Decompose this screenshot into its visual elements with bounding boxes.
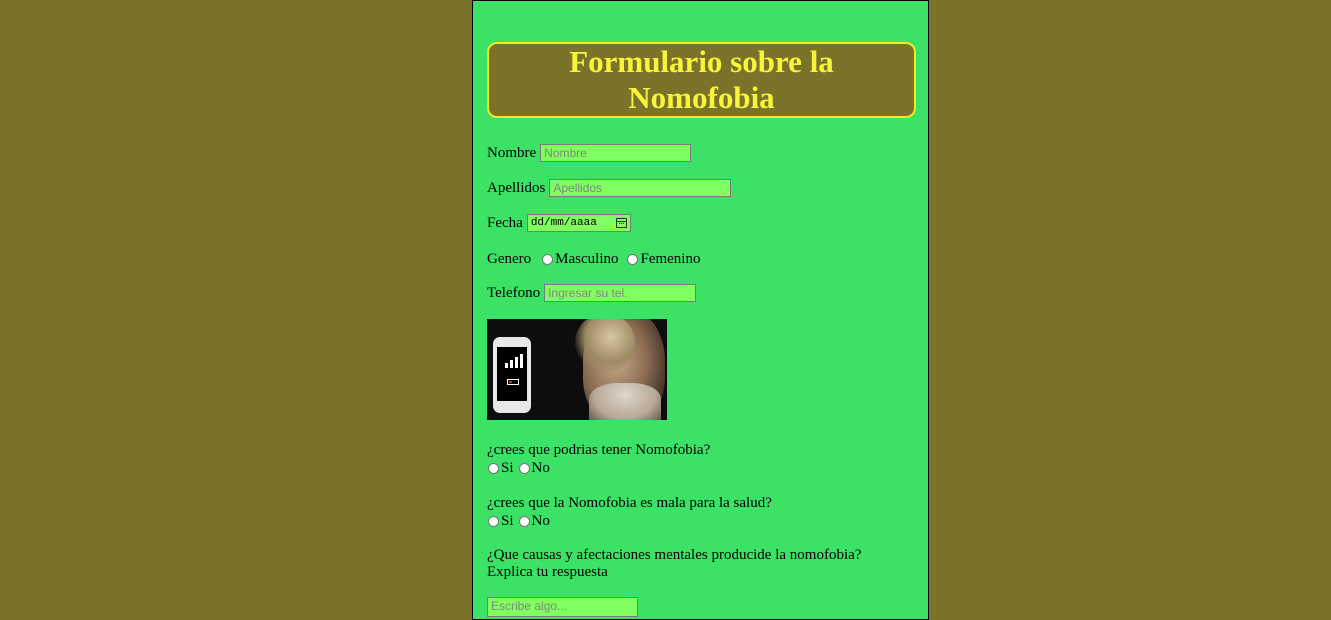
genero-option-femenino[interactable]: Femenino bbox=[626, 250, 700, 268]
low-battery-icon bbox=[507, 379, 519, 385]
femenino-label: Femenino bbox=[640, 251, 701, 267]
genero-label: Genero bbox=[487, 251, 532, 267]
fecha-input[interactable]: dd/mm/aaaa bbox=[526, 214, 631, 232]
radio-masculino[interactable] bbox=[542, 253, 554, 265]
phone-graphic bbox=[493, 337, 531, 413]
open-question-line2: Explica tu respuesta bbox=[487, 564, 608, 580]
fecha-placeholder: dd/mm/aaaa bbox=[530, 217, 597, 229]
question-2-answers: Si No bbox=[487, 512, 554, 530]
telefono-input[interactable] bbox=[544, 284, 697, 302]
page-title: Formulario sobre la Nomofobia bbox=[569, 44, 834, 115]
respuesta-textarea[interactable]: Escribe algo... bbox=[487, 597, 638, 617]
open-question-line1: ¿Que causas y afectaciones mentales prod… bbox=[487, 547, 862, 563]
genero-option-masculino[interactable]: Masculino bbox=[541, 250, 622, 268]
telefono-label: Telefono bbox=[487, 285, 541, 301]
phone-screen bbox=[497, 347, 527, 401]
q1-no-label: No bbox=[531, 460, 550, 476]
nombre-label: Nombre bbox=[487, 145, 537, 161]
q2-option-no[interactable]: No bbox=[518, 512, 550, 530]
q1-option-si[interactable]: Si bbox=[487, 459, 514, 477]
apellidos-row: Apellidos bbox=[487, 179, 732, 197]
nombre-input[interactable] bbox=[540, 144, 692, 162]
masculino-label: Masculino bbox=[555, 251, 619, 267]
q1-option-no[interactable]: No bbox=[518, 459, 550, 477]
nombre-row: Nombre bbox=[487, 144, 692, 162]
question-1-answers: Si No bbox=[487, 459, 554, 477]
radio-q2-no[interactable] bbox=[518, 515, 530, 527]
radio-q1-no[interactable] bbox=[518, 462, 530, 474]
q2-si-label: Si bbox=[501, 513, 514, 529]
question-1: ¿crees que podrias tener Nomofobia? bbox=[487, 442, 711, 458]
q2-no-label: No bbox=[531, 513, 550, 529]
radio-q1-si[interactable] bbox=[488, 462, 499, 474]
telefono-row: Telefono bbox=[487, 284, 697, 302]
apellidos-input[interactable] bbox=[549, 179, 732, 197]
apellidos-label: Apellidos bbox=[487, 180, 546, 196]
title-banner: Formulario sobre la Nomofobia bbox=[487, 42, 916, 118]
fecha-label: Fecha bbox=[487, 215, 523, 231]
q2-option-si[interactable]: Si bbox=[487, 512, 514, 530]
radio-femenino[interactable] bbox=[627, 253, 639, 265]
radio-q2-si[interactable] bbox=[488, 515, 499, 527]
hands-shape bbox=[589, 383, 661, 420]
nomofobia-photo bbox=[487, 319, 667, 420]
question-2: ¿crees que la Nomofobia es mala para la … bbox=[487, 495, 772, 511]
genero-row: Genero Masculino Femenino bbox=[487, 250, 704, 268]
form-panel: Formulario sobre la Nomofobia Nombre Ape… bbox=[472, 0, 929, 620]
fecha-row: Fecha dd/mm/aaaa bbox=[487, 214, 631, 232]
calendar-icon[interactable] bbox=[615, 218, 627, 228]
q1-si-label: Si bbox=[501, 460, 514, 476]
